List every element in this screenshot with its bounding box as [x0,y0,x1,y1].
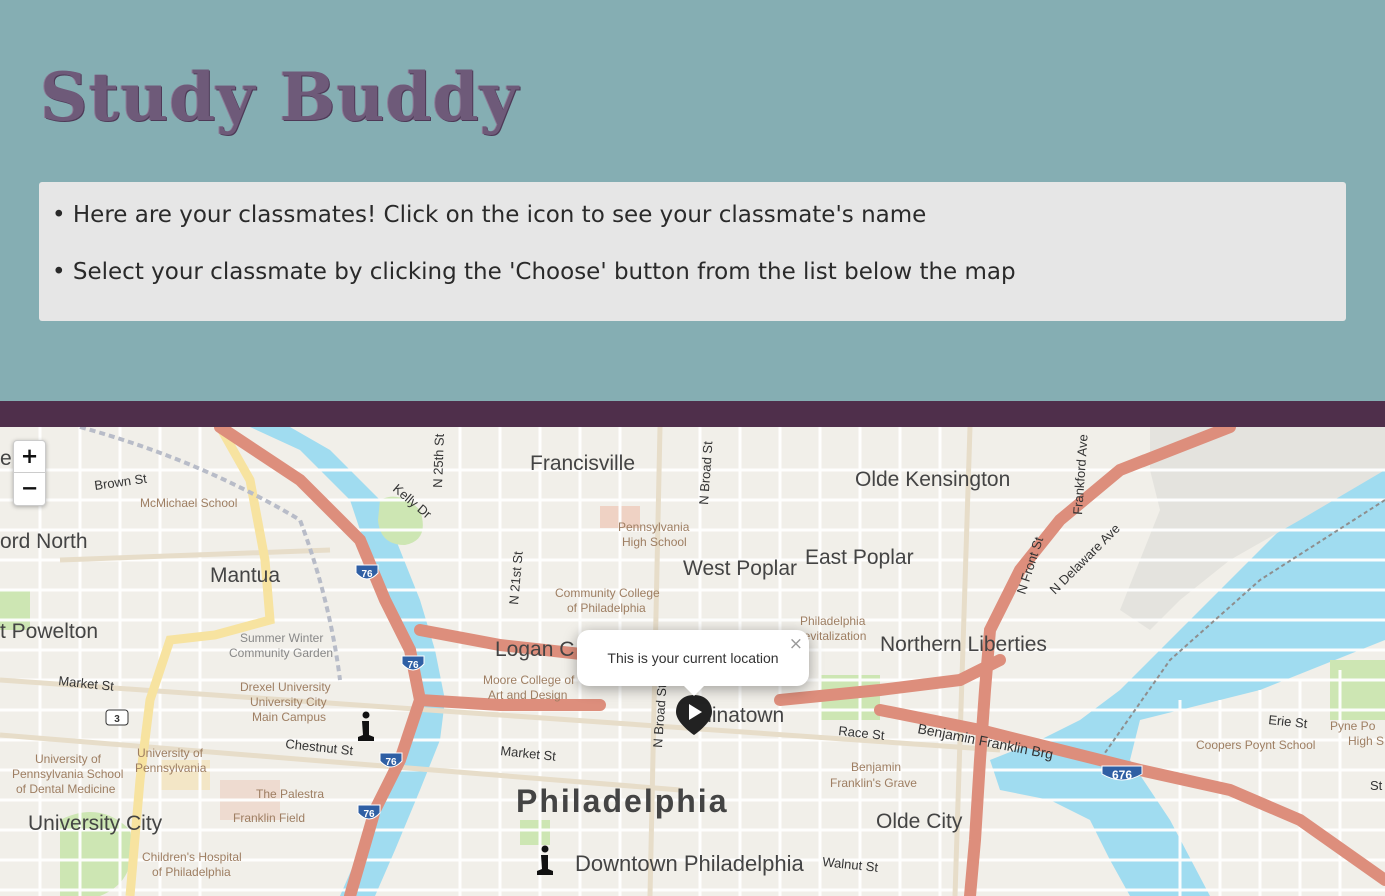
poi-coopers: Coopers Poynt School [1196,738,1315,752]
popup-tip [683,685,705,696]
instruction-line-2: • Select your classmate by clicking the … [52,259,1016,285]
shield-i76-d: 76 [363,809,375,820]
poi-pyne-2: High S [1348,734,1384,748]
map-label-university-city: University City [28,812,163,835]
poi-upenn-2: Pennsylvania [135,761,207,775]
person-marker-icon[interactable] [354,711,378,747]
poi-franklin-grave-1: Benjamin [851,760,901,774]
poi-ccp-1: Community College [555,586,660,600]
poi-phila-rev-1: Philadelphia [800,614,866,628]
instruction-line-1: • Here are your classmates! Click on the… [52,202,927,228]
zoom-out-button[interactable]: − [14,472,45,504]
poi-chop-2: of Philadelphia [152,865,231,879]
map-label-olde-city: Olde City [876,810,963,833]
poi-drexel-3: Main Campus [252,710,326,724]
popup-text: This is your current location [607,650,779,666]
shield-i76-b: 76 [407,660,419,671]
poi-moore-1: Moore College of [483,673,575,687]
shield-route-3: 3 [114,714,120,725]
play-marker-icon[interactable] [674,693,714,737]
popup-close-button[interactable]: × [789,634,803,654]
map-label-east-poplar: East Poplar [805,546,914,569]
map-label-northern-liberties: Northern Liberties [880,633,1047,656]
poi-chop-1: Children's Hospital [142,850,242,864]
divider-band [0,401,1385,427]
poi-upenn-1: University of [137,746,204,760]
poi-franklin-field: Franklin Field [233,811,305,825]
poi-upenn-dent-2: Pennsylvania School [12,767,123,781]
zoom-control: + − [13,440,46,506]
poi-pa-high-2: High School [622,535,687,549]
poi-drexel-2: University City [250,695,327,709]
page-header: Study Buddy • Here are your classmates! … [0,0,1385,401]
poi-drexel-1: Drexel University [240,680,331,694]
poi-pa-high-1: Pennsylvania [618,520,690,534]
person-marker-icon[interactable] [533,845,557,881]
shield-i76-a: 76 [361,569,373,580]
street-st: St [1370,778,1383,793]
poi-ccp-2: of Philadelphia [567,601,646,615]
zoom-in-button[interactable]: + [14,441,45,472]
poi-sw-garden-1: Summer Winter [240,631,323,645]
location-popup: This is your current location × [577,630,809,696]
map-label-mantua: Mantua [210,564,280,587]
instructions-panel: • Here are your classmates! Click on the… [39,182,1346,321]
shield-i676: 676 [1112,768,1132,782]
poi-pyne-1: Pyne Po [1330,719,1376,733]
map-label-powelton: t Powelton [0,620,98,643]
poi-palestra: The Palestra [256,787,324,801]
poi-moore-2: Art and Design [488,688,567,702]
map-label-ord-north: ord North [0,530,88,553]
poi-upenn-dent-1: University of [35,752,102,766]
map-label-logan: Logan C [495,638,574,661]
street-n25: N 25th St [430,433,447,488]
poi-upenn-dent-3: of Dental Medicine [16,782,116,796]
map-label-downtown: Downtown Philadelphia [575,851,804,876]
shield-i76-c: 76 [385,757,397,768]
map-label-francisville: Francisville [530,452,635,475]
poi-franklin-grave-2: Franklin's Grave [830,776,917,790]
poi-sw-garden-2: Community Garden [229,646,333,660]
map-label-west-poplar: West Poplar [683,557,797,580]
app-title: Study Buddy [40,58,520,136]
poi-mcmichael: McMichael School [140,496,237,510]
map-label-philadelphia: Philadelphia [516,783,728,819]
map-label-olde-kensington: Olde Kensington [855,468,1010,491]
